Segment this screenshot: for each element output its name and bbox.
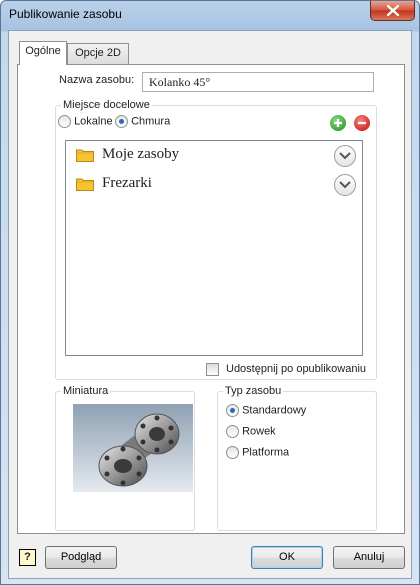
list-item-milling[interactable]: Frezarki — [76, 174, 356, 196]
cancel-button[interactable]: Anuluj — [333, 546, 405, 569]
radio-platform-label: Platforma — [242, 446, 290, 459]
ok-button[interactable]: OK — [251, 546, 323, 569]
radio-cloud-label: Chmura — [131, 115, 171, 128]
radio-groove[interactable]: Rowek — [226, 425, 276, 438]
preview-button[interactable]: Podgląd — [45, 546, 117, 569]
radio-standard-indicator[interactable] — [226, 404, 239, 417]
asset-type-group-title: Typ zasobu — [223, 385, 284, 397]
expand-my-assets-button[interactable] — [334, 145, 356, 167]
folder-icon — [76, 149, 94, 162]
list-item-my-assets[interactable]: Moje zasoby — [76, 145, 356, 167]
title-bar[interactable]: Publikowanie zasobu — [1, 1, 419, 29]
minus-circle-icon — [358, 121, 366, 125]
destination-group: Miejsce docelowe Lokalne Chmura Moje zas… — [55, 99, 377, 380]
folder-icon — [76, 178, 94, 191]
tab-2d-options[interactable]: Opcje 2D — [67, 43, 129, 64]
expand-milling-button[interactable] — [334, 174, 356, 196]
window-title: Publikowanie zasobu — [9, 7, 122, 21]
destination-list[interactable]: Moje zasoby Frezarki — [65, 140, 363, 356]
tab-general[interactable]: Ogólne — [19, 41, 67, 65]
radio-local-indicator[interactable] — [58, 115, 71, 128]
thumbnail-group: Miniatura — [55, 385, 195, 531]
help-button[interactable]: ? — [19, 549, 36, 566]
close-button[interactable] — [370, 1, 415, 21]
radio-groove-label: Rowek — [242, 425, 276, 438]
list-item-my-assets-label: Moje zasoby — [102, 146, 180, 162]
radio-cloud-indicator[interactable] — [115, 115, 128, 128]
tab-panel-general: Nazwa zasobu: Kolanko 45° Miejsce docelo… — [17, 64, 405, 534]
chevron-down-icon — [339, 181, 351, 189]
close-icon — [386, 5, 399, 16]
chevron-down-icon — [339, 152, 351, 160]
radio-groove-indicator[interactable] — [226, 425, 239, 438]
asset-type-group: Typ zasobu Standardowy Rowek Platforma — [217, 385, 377, 531]
asset-name-label: Nazwa zasobu: — [59, 74, 135, 86]
thumbnail-image — [73, 404, 193, 492]
plus-circle-icon — [334, 119, 342, 127]
thumbnail-group-title: Miniatura — [61, 385, 111, 397]
tab-general-label: Ogólne — [25, 45, 61, 57]
radio-platform-indicator[interactable] — [226, 446, 239, 459]
dialog-content: Ogólne Opcje 2D Nazwa zasobu: Kolanko 45… — [8, 30, 412, 579]
tab-2d-options-label: Opcje 2D — [75, 47, 121, 59]
radio-standard[interactable]: Standardowy — [226, 404, 306, 417]
add-destination-button[interactable] — [330, 115, 346, 131]
radio-cloud[interactable]: Chmura — [115, 115, 170, 128]
dialog-window: Publikowanie zasobu Ogólne Opcje 2D Nazw… — [0, 0, 420, 585]
remove-destination-button[interactable] — [354, 115, 370, 131]
radio-platform[interactable]: Platforma — [226, 446, 289, 459]
radio-standard-label: Standardowy — [242, 404, 307, 417]
share-after-publish-label: Udostępnij po opublikowaniu — [226, 363, 367, 375]
radio-local-label: Lokalne — [74, 115, 113, 128]
list-item-milling-label: Frezarki — [102, 175, 152, 191]
destination-group-title: Miejsce docelowe — [61, 99, 152, 111]
asset-name-input[interactable]: Kolanko 45° — [142, 72, 374, 92]
radio-local[interactable]: Lokalne — [58, 115, 113, 128]
share-after-publish-checkbox[interactable] — [206, 363, 219, 376]
